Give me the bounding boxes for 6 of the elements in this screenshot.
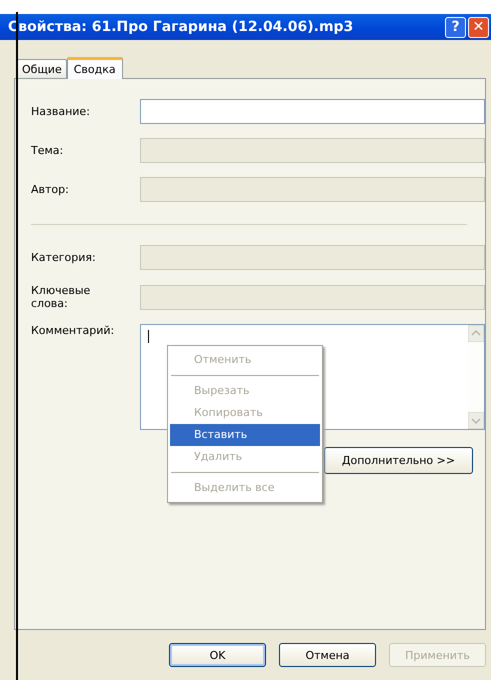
field-label: Тема: [31,144,64,157]
field-label: Категория: [31,251,97,264]
field-label: Комментарий: [31,324,116,337]
field-label: Автор: [31,183,70,196]
field-label: Ключевые слова: [31,284,92,310]
field-label: Название: [31,105,91,118]
